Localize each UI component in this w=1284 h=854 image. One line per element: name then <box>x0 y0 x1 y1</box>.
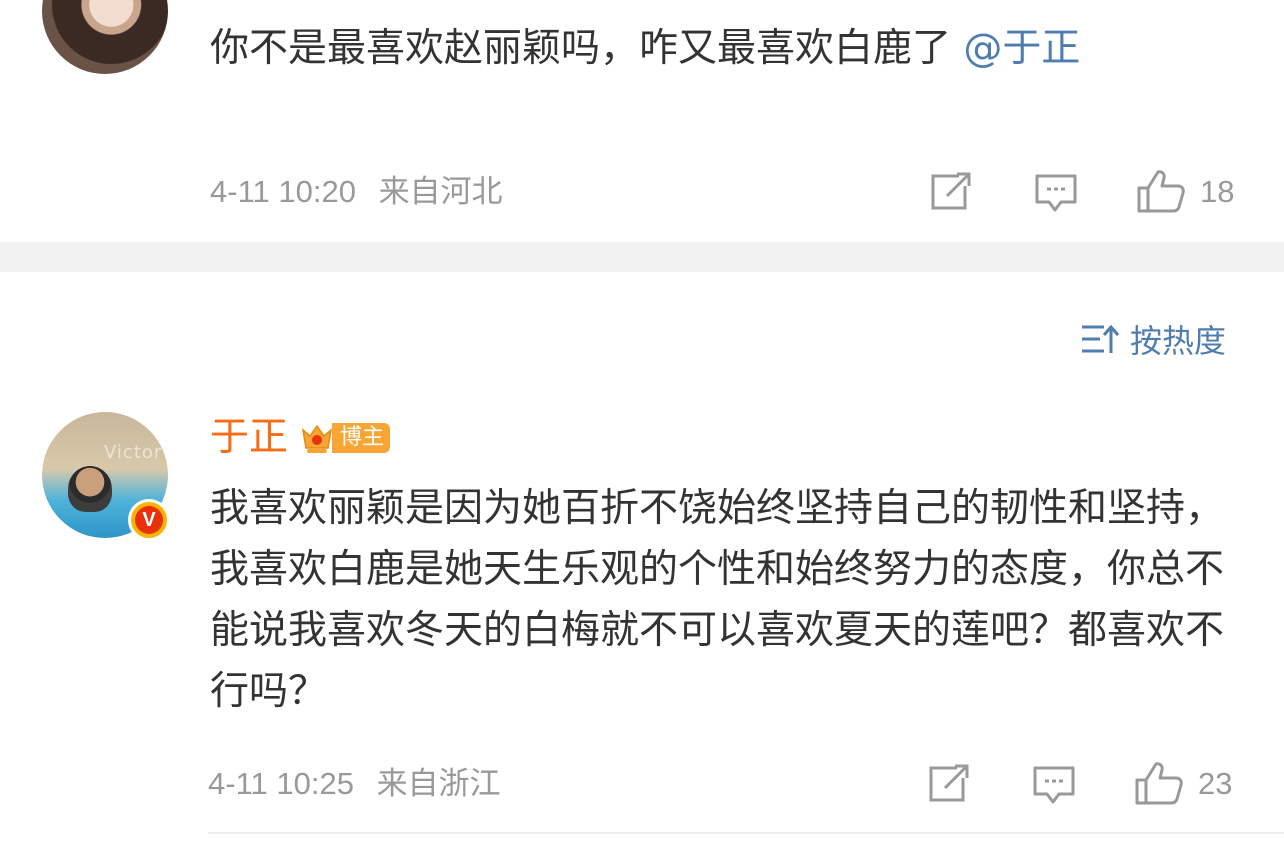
like-count: 18 <box>1200 174 1235 209</box>
sort-by-hot-button[interactable]: 按热度 <box>1080 318 1226 360</box>
crown-icon <box>301 424 333 453</box>
comment-icon[interactable] <box>1033 172 1079 214</box>
author-row: 于正 博主 <box>210 414 391 462</box>
comment-time: 4-11 10:20 <box>210 174 356 209</box>
like-count: 23 <box>1198 766 1233 801</box>
blogger-badge: 博主 <box>300 420 391 456</box>
section-divider <box>0 242 1284 272</box>
thumbs-up-icon[interactable] <box>1136 168 1186 214</box>
comment-text: 我喜欢丽颖是因为她百折不饶始终坚持自己的韧性和坚持，我喜欢白鹿是她天生乐观的个性… <box>210 486 1225 714</box>
verified-badge-letter: V <box>135 506 163 534</box>
comment-meta: 4-11 10:25 来自浙江 <box>208 764 501 804</box>
thumbs-up-icon[interactable] <box>1134 760 1184 806</box>
author-name[interactable]: 于正 <box>210 414 288 462</box>
comment-body: 你不是最喜欢赵丽颖吗，咋又最喜欢白鹿了 <box>210 26 952 71</box>
comment-location: 来自河北 <box>378 174 503 210</box>
bottom-divider <box>208 832 1284 834</box>
avatar-person <box>68 466 112 512</box>
blogger-badge-label: 博主 <box>332 423 391 453</box>
mention-link[interactable]: @于正 <box>963 26 1080 71</box>
comment-text: 你不是最喜欢赵丽颖吗，咋又最喜欢白鹿了 @于正 <box>210 18 1210 79</box>
sort-icon <box>1082 324 1120 353</box>
commenter-avatar[interactable] <box>42 0 168 74</box>
avatar-watermark: Victor <box>104 442 163 463</box>
repost-icon[interactable] <box>929 172 973 212</box>
comment-location: 来自浙江 <box>376 766 501 802</box>
comment-icon[interactable] <box>1031 764 1077 806</box>
repost-icon[interactable] <box>927 764 971 804</box>
verified-badge: V <box>128 499 170 541</box>
comment-time: 4-11 10:25 <box>208 766 354 801</box>
sort-label: 按热度 <box>1130 322 1227 360</box>
comment-meta: 4-11 10:20 来自河北 <box>210 172 503 212</box>
